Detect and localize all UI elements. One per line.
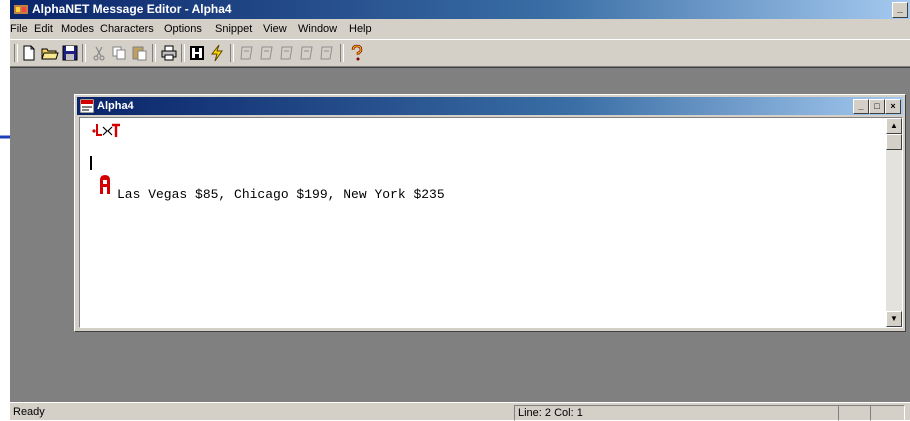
- app-window: AlphaNET Message Editor - Alpha4 _ File …: [10, 0, 910, 421]
- menu-edit[interactable]: Edit: [34, 23, 53, 35]
- menu-modes[interactable]: Modes: [61, 23, 94, 35]
- toolbar-separator: [230, 44, 234, 62]
- send-icon[interactable]: [188, 44, 206, 62]
- minimize-button[interactable]: _: [892, 2, 908, 18]
- snippet-1-icon[interactable]: [238, 44, 256, 62]
- text-cursor: [90, 156, 92, 170]
- message-text: Las Vegas $85, Chicago $199, New York $2…: [117, 187, 445, 202]
- menu-characters[interactable]: Characters: [100, 23, 154, 35]
- menu-view[interactable]: View: [263, 23, 287, 35]
- lightning-icon[interactable]: [208, 44, 226, 62]
- document-maximize-button[interactable]: □: [869, 99, 885, 114]
- title-bar: AlphaNET Message Editor - Alpha4 _: [10, 0, 910, 19]
- print-icon[interactable]: [160, 44, 178, 62]
- menu-bar: File Edit Modes Characters Options Snipp…: [10, 20, 910, 38]
- scroll-up-arrow-icon[interactable]: ▲: [886, 118, 902, 134]
- menu-snippet[interactable]: Snippet: [215, 23, 252, 35]
- scroll-down-arrow-icon[interactable]: ▼: [886, 311, 902, 327]
- vertical-scrollbar[interactable]: ▲ ▼: [886, 118, 902, 327]
- status-ready: Ready: [13, 406, 45, 418]
- document-icon: [80, 99, 94, 113]
- open-folder-icon[interactable]: [41, 44, 59, 62]
- cut-icon[interactable]: [90, 44, 108, 62]
- menu-help[interactable]: Help: [349, 23, 372, 35]
- save-disk-icon[interactable]: [61, 44, 79, 62]
- menu-options[interactable]: Options: [164, 23, 202, 35]
- document-title-bar: Alpha4 _ □ ×: [77, 97, 903, 115]
- copy-icon[interactable]: [110, 44, 128, 62]
- document-window: Alpha4 _ □ × Las Vegas $85, Chicago $199…: [74, 94, 906, 332]
- paste-icon[interactable]: [130, 44, 148, 62]
- toolbar-separator: [340, 44, 344, 62]
- new-doc-icon[interactable]: [20, 44, 38, 62]
- toolbar-separator: [152, 44, 156, 62]
- app-logo-icon: [14, 5, 28, 14]
- window-title: AlphaNET Message Editor - Alpha4: [32, 2, 232, 16]
- snippet-3-icon[interactable]: [278, 44, 296, 62]
- toolbar-separator: [14, 44, 18, 62]
- font-marker-icon[interactable]: A: [98, 174, 112, 194]
- message-editor[interactable]: A Las Vegas $85, Chicago $199, New York …: [79, 117, 903, 328]
- document-close-button[interactable]: ×: [885, 99, 901, 114]
- menu-file[interactable]: File: [10, 23, 28, 35]
- menu-window[interactable]: Window: [298, 23, 337, 35]
- document-minimize-button[interactable]: _: [853, 99, 869, 114]
- toolbar: [10, 39, 910, 67]
- document-title: Alpha4: [97, 100, 134, 112]
- mode-control-code-icon[interactable]: [92, 122, 120, 138]
- mdi-workspace: Alpha4 _ □ × Las Vegas $85, Chicago $199…: [10, 67, 910, 403]
- snippet-4-icon[interactable]: [298, 44, 316, 62]
- help-icon[interactable]: [348, 44, 366, 62]
- toolbar-separator: [181, 44, 185, 62]
- status-position: Line: 2 Col: 1: [514, 405, 839, 421]
- snippet-2-icon[interactable]: [258, 44, 276, 62]
- snippet-5-icon[interactable]: [318, 44, 336, 62]
- status-pane: [838, 405, 871, 421]
- status-pane: [870, 405, 905, 421]
- scroll-thumb[interactable]: [886, 134, 902, 150]
- status-bar: Ready Line: 2 Col: 1: [10, 402, 910, 421]
- toolbar-separator: [82, 44, 86, 62]
